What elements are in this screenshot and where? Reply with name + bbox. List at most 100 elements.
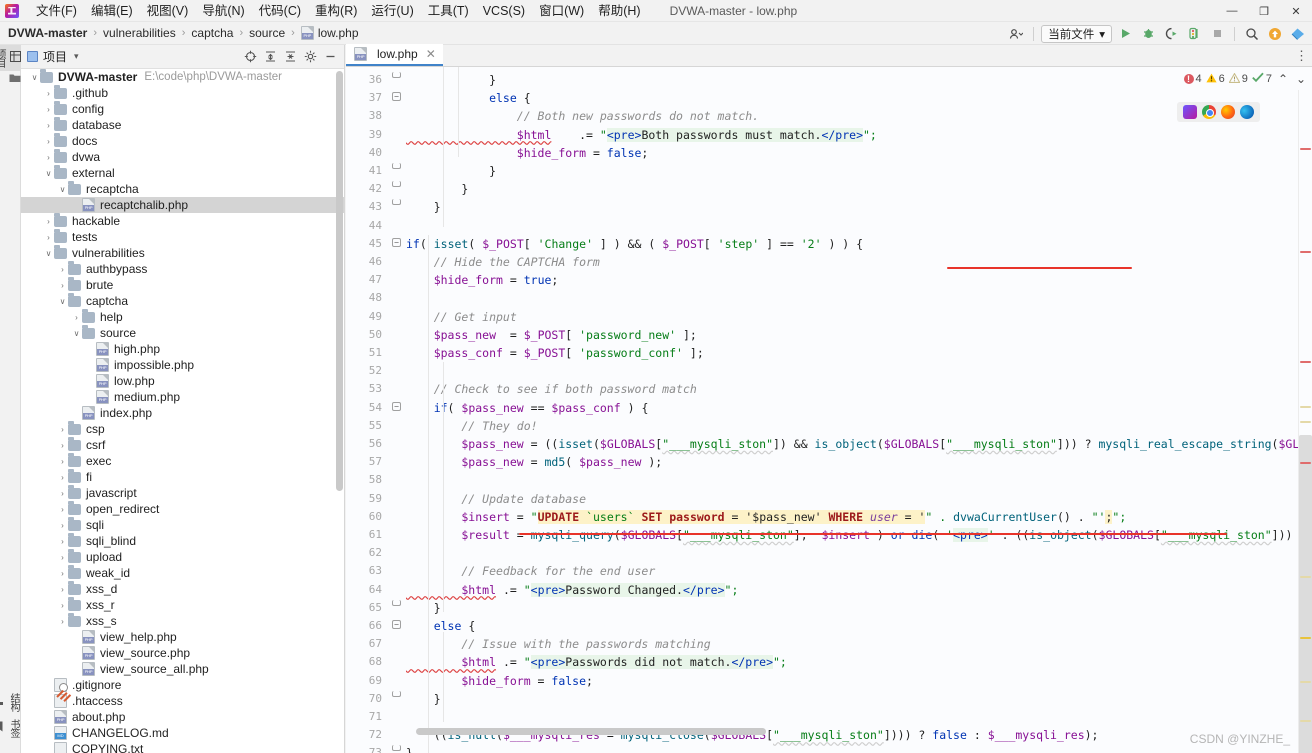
editor-horizontal-scrollbar[interactable] (416, 728, 766, 735)
stop-button[interactable] (1207, 24, 1227, 43)
tool-window-project[interactable]: 项目 (0, 45, 21, 71)
breadcrumb-item-1[interactable]: vulnerabilities (103, 26, 176, 40)
chevron-right-icon[interactable]: › (43, 85, 54, 101)
minimize-panel-icon[interactable] (321, 48, 339, 66)
editor-vertical-scrollbar-thumb[interactable] (1299, 435, 1312, 753)
tree-node-sqli[interactable]: › sqli (21, 517, 344, 533)
fold-end-icon[interactable] (392, 599, 401, 606)
chevron-right-icon[interactable]: › (71, 309, 82, 325)
weak-warning-marker[interactable] (1300, 421, 1311, 423)
code-line[interactable]: if( isset( $_POST[ 'Change' ] ) && ( $_P… (406, 235, 863, 253)
chevron-right-icon[interactable]: › (43, 149, 54, 165)
chevron-right-icon[interactable]: › (57, 613, 68, 629)
run-configuration-selector[interactable]: 当前文件 ▾ (1041, 24, 1112, 43)
menu-item-5[interactable]: 重构(R) (308, 1, 364, 21)
chevron-right-icon[interactable]: › (57, 581, 68, 597)
tree-node-xss_r[interactable]: › xss_r (21, 597, 344, 613)
code-line[interactable]: $insert = "UPDATE `users` SET password =… (406, 508, 1126, 526)
tree-node-source[interactable]: ∨ source (21, 325, 344, 341)
weak-warning-marker[interactable] (1300, 406, 1311, 408)
user-profile-icon[interactable] (1006, 24, 1026, 43)
code-line[interactable]: $html .= "<pre>Password Changed.</pre>"; (406, 581, 738, 599)
tree-node-open_redirect[interactable]: › open_redirect (21, 501, 344, 517)
chevron-right-icon[interactable]: › (57, 469, 68, 485)
code-line[interactable]: } (406, 599, 441, 617)
code-line[interactable]: $result = mysqli_query($GLOBALS["___mysq… (406, 526, 1312, 544)
menu-item-6[interactable]: 运行(U) (364, 1, 420, 21)
code-line[interactable]: // Hide the CAPTCHA form (406, 253, 600, 271)
menu-item-0[interactable]: 文件(F) (29, 1, 84, 21)
fold-end-icon[interactable] (392, 72, 401, 78)
fold-end-icon[interactable] (392, 181, 401, 188)
tree-node-about.php[interactable]: › about.php (21, 709, 344, 725)
code-line[interactable]: $html .= "<pre>Passwords did not match.<… (406, 653, 787, 671)
tree-node-xss_s[interactable]: › xss_s (21, 613, 344, 629)
settings-icon[interactable] (1288, 24, 1308, 43)
chevron-right-icon[interactable]: › (57, 437, 68, 453)
code-line[interactable]: } (406, 744, 413, 753)
tree-node-database[interactable]: › database (21, 117, 344, 133)
weak-warning-count-badge[interactable]: 9 (1228, 72, 1248, 86)
tree-node-view_source_all.php[interactable]: › view_source_all.php (21, 661, 344, 677)
code-line[interactable]: } (406, 180, 468, 198)
chevron-right-icon[interactable]: › (57, 549, 68, 565)
project-tree-scrollbar[interactable] (336, 71, 343, 491)
menu-item-1[interactable]: 编辑(E) (84, 1, 140, 21)
chevron-right-icon[interactable]: › (57, 261, 68, 277)
tree-node-high.php[interactable]: › high.php (21, 341, 344, 357)
updates-icon[interactable] (1265, 24, 1285, 43)
project-panel-chevron-icon[interactable]: ▾ (74, 51, 79, 62)
code-line[interactable]: } (406, 198, 441, 216)
chevron-right-icon[interactable]: › (57, 421, 68, 437)
ie-icon[interactable] (1183, 105, 1197, 119)
profiler-button[interactable] (1184, 24, 1204, 43)
chevron-down-icon[interactable]: ∨ (57, 293, 68, 309)
tree-node-view_help.php[interactable]: › view_help.php (21, 629, 344, 645)
weak-warning-marker[interactable] (1300, 720, 1311, 722)
chevron-down-icon[interactable]: ∨ (71, 325, 82, 341)
close-icon[interactable]: ✕ (426, 47, 436, 61)
firefox-icon[interactable] (1221, 105, 1235, 119)
chevron-right-icon[interactable]: › (57, 485, 68, 501)
menu-item-10[interactable]: 帮助(H) (591, 1, 647, 21)
error-count-badge[interactable]: ! 4 (1183, 73, 1202, 85)
code-line[interactable]: // Get input (406, 308, 517, 326)
tree-node-dvwa-master[interactable]: ∨ DVWA-master E:\code\php\DVWA-master (21, 69, 344, 85)
breadcrumb-item-4[interactable]: low.php (300, 26, 359, 40)
code-line[interactable]: else { (406, 89, 531, 107)
run-with-coverage-button[interactable] (1161, 24, 1181, 43)
next-problem-icon[interactable]: ⌄ (1294, 70, 1308, 89)
code-line[interactable]: $html .= "<pre>Both passwords must match… (406, 126, 877, 144)
tree-node-changelog.md[interactable]: › CHANGELOG.md (21, 725, 344, 741)
tree-node-.github[interactable]: › .github (21, 85, 344, 101)
breadcrumb[interactable]: DVWA-master › vulnerabilities › captcha › sour… (8, 26, 359, 40)
chevron-right-icon[interactable]: › (57, 597, 68, 613)
tree-node-weak_id[interactable]: › weak_id (21, 565, 344, 581)
gear-icon[interactable] (301, 48, 319, 66)
tree-node-fi[interactable]: › fi (21, 469, 344, 485)
tree-node-brute[interactable]: › brute (21, 277, 344, 293)
tree-node-config[interactable]: › config (21, 101, 344, 117)
chevron-right-icon[interactable]: › (43, 133, 54, 149)
code-line[interactable]: else { (406, 617, 476, 635)
weak-warning-marker[interactable] (1300, 681, 1311, 683)
code-editor[interactable]: 36 } 37− else {38 // Both new passwords d… (346, 67, 1312, 753)
chevron-down-icon[interactable]: ∨ (43, 245, 54, 261)
error-marker[interactable] (1300, 148, 1311, 150)
tree-node-sqli_blind[interactable]: › sqli_blind (21, 533, 344, 549)
warning-count-badge[interactable]: 6 (1206, 73, 1225, 86)
project-tree[interactable]: ∨ DVWA-master E:\code\php\DVWA-master › .git… (21, 69, 344, 753)
tree-node-recaptcha[interactable]: ∨ recaptcha (21, 181, 344, 197)
fold-end-icon[interactable] (392, 199, 401, 206)
search-icon[interactable] (1242, 24, 1262, 43)
chevron-down-icon[interactable]: ∨ (29, 69, 40, 85)
tree-node-docs[interactable]: › docs (21, 133, 344, 149)
fold-end-icon[interactable] (392, 690, 401, 697)
chevron-right-icon[interactable]: › (43, 213, 54, 229)
fold-collapse-icon[interactable]: − (392, 620, 401, 629)
locate-icon[interactable] (241, 48, 259, 66)
menu-item-2[interactable]: 视图(V) (140, 1, 196, 21)
menu-bar[interactable]: 文件(F) 编辑(E) 视图(V) 导航(N) 代码(C) 重构(R) 运行(U) 工具(T)… (29, 1, 648, 21)
inspection-marker-bar[interactable] (1298, 89, 1312, 753)
error-marker[interactable] (1300, 251, 1311, 253)
